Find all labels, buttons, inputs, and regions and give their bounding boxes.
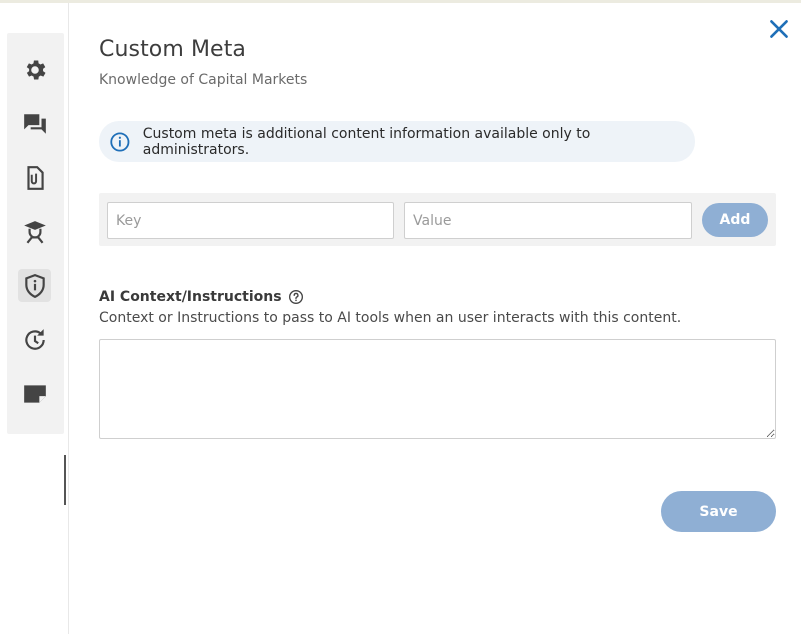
save-button[interactable]: Save (661, 491, 776, 532)
key-value-row: Add (99, 193, 776, 246)
folded-note-icon (23, 384, 46, 403)
sidebar-item-settings[interactable] (18, 53, 51, 86)
gear-icon (26, 59, 46, 80)
sidebar-item-custom-meta[interactable] (18, 269, 51, 302)
info-banner: Custom meta is additional content inform… (99, 121, 695, 162)
value-input[interactable] (404, 202, 692, 239)
sidebar-item-learning[interactable] (18, 215, 51, 248)
ai-context-description: Context or Instructions to pass to AI to… (99, 310, 682, 326)
sidebar-item-attachments[interactable] (18, 161, 51, 194)
dialog-subtitle: Knowledge of Capital Markets (99, 72, 308, 88)
close-icon[interactable] (766, 16, 792, 42)
resize-handle[interactable] (64, 455, 66, 505)
add-button[interactable]: Add (702, 203, 768, 237)
top-border (0, 0, 801, 3)
ai-context-textarea[interactable] (99, 339, 776, 439)
dialog-title: Custom Meta (99, 37, 247, 62)
info-icon (110, 131, 130, 152)
sidebar-item-history[interactable] (18, 323, 51, 356)
ai-context-label-text: AI Context/Instructions (99, 289, 282, 305)
sidebar-item-discussions[interactable] (18, 107, 51, 140)
help-icon[interactable] (288, 289, 304, 305)
history-icon (24, 328, 45, 350)
sidebar-rail (7, 33, 64, 434)
key-input[interactable] (107, 202, 394, 239)
sidebar-item-notes[interactable] (18, 377, 51, 410)
ai-context-label: AI Context/Instructions (99, 289, 304, 305)
shield-info-icon (24, 273, 45, 298)
chat-bubbles-icon (23, 113, 46, 134)
graduate-icon (23, 220, 46, 244)
info-text: Custom meta is additional content inform… (142, 125, 591, 158)
paperclip-document-icon (26, 165, 44, 190)
